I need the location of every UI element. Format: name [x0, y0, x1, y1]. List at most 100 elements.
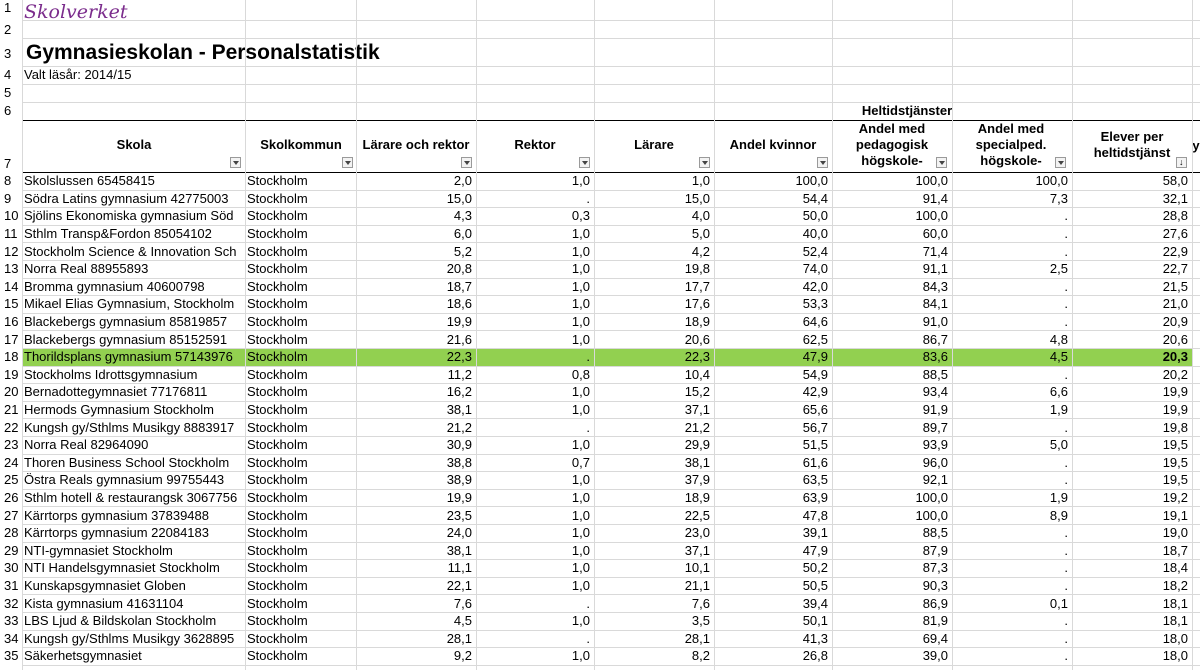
cell-rektor[interactable]: 1,0	[476, 225, 594, 243]
cell-rektor[interactable]: 1,0	[476, 260, 594, 278]
cell-larare[interactable]: 29,9	[594, 436, 714, 454]
cell-skolkommun[interactable]: Stockholm	[245, 594, 356, 612]
cell-elever-per-heltidstjanst[interactable]: 28,8	[1072, 207, 1192, 225]
page-title[interactable]: Gymnasieskolan - Personalstatistik	[26, 41, 380, 65]
cell-larare-och-rektor[interactable]: 22,3	[356, 348, 476, 366]
cell-andel-pedagogisk[interactable]: 100,0	[832, 172, 952, 190]
cell-rektor[interactable]: 0,8	[476, 366, 594, 384]
cell-andel-kvinnor[interactable]: 41,3	[714, 630, 832, 648]
table-row[interactable]: 34 Kungsh gy/Sthlms Musikgy 3628895 Stockh…	[0, 630, 1200, 648]
cell-andel-kvinnor[interactable]: 40,0	[714, 225, 832, 243]
cell-larare-och-rektor[interactable]: 23,5	[356, 506, 476, 524]
cell-andel-specialped[interactable]: 5,0	[952, 436, 1072, 454]
cell-larare[interactable]: 21,1	[594, 577, 714, 595]
cell-andel-kvinnor[interactable]: 50,5	[714, 577, 832, 595]
cell-skolkommun[interactable]: Stockholm	[245, 366, 356, 384]
table-row[interactable]: 24 Thoren Business School Stockholm Stockh…	[0, 454, 1200, 472]
cell-larare-och-rektor[interactable]: 11,1	[356, 559, 476, 577]
table-row[interactable]: 33 LBS Ljud & Bildskolan Stockholm Stockho…	[0, 612, 1200, 630]
cell-andel-specialped[interactable]: .	[952, 454, 1072, 472]
cell-andel-specialped[interactable]: .	[952, 647, 1072, 665]
cell-larare[interactable]: 7,6	[594, 594, 714, 612]
column-header-skolkommun[interactable]: Skolkommun	[245, 120, 357, 170]
cell-elever-per-heltidstjanst[interactable]: 20,9	[1072, 313, 1192, 331]
cell-larare[interactable]: 17,7	[594, 278, 714, 296]
row-number[interactable]: 35	[0, 647, 20, 665]
table-row[interactable]: 8 Skolslussen 65458415 Stockholm 2,0 1,0 1,0 1…	[0, 172, 1200, 190]
cell-andel-kvinnor[interactable]: 42,0	[714, 278, 832, 296]
cell-larare-och-rektor[interactable]: 38,8	[356, 454, 476, 472]
cell-andel-specialped[interactable]: 4,8	[952, 330, 1072, 348]
cell-andel-kvinnor[interactable]: 56,7	[714, 418, 832, 436]
cell-andel-pedagogisk[interactable]: 92,1	[832, 471, 952, 489]
cell-andel-kvinnor[interactable]: 50,0	[714, 207, 832, 225]
cell-andel-pedagogisk[interactable]: 91,1	[832, 260, 952, 278]
cell-skola[interactable]: Sjölins Ekonomiska gymnasium Söd	[22, 207, 244, 225]
row-number[interactable]: 16	[0, 313, 20, 331]
cell-andel-pedagogisk[interactable]: 100,0	[832, 506, 952, 524]
column-header-andel-pedagogisk[interactable]: Andel med pedagogisk högskole-	[832, 120, 952, 170]
cell-elever-per-heltidstjanst[interactable]: 19,5	[1072, 454, 1192, 472]
cell-andel-specialped[interactable]: .	[952, 225, 1072, 243]
cell-rektor[interactable]: 1,0	[476, 401, 594, 419]
table-row[interactable]: 25 Östra Reals gymnasium 99755443 Stockhol…	[0, 471, 1200, 489]
column-header-elever-per-heltidstjanst[interactable]: Elever per heltidstjänst	[1072, 120, 1192, 170]
cell-andel-kvinnor[interactable]: 54,9	[714, 366, 832, 384]
cell-larare[interactable]: 8,2	[594, 647, 714, 665]
row-number[interactable]: 22	[0, 418, 20, 436]
cell-larare-och-rektor[interactable]: 15,0	[356, 190, 476, 208]
cell-elever-per-heltidstjanst[interactable]: 18,2	[1072, 577, 1192, 595]
cell-skola[interactable]: Skolslussen 65458415	[22, 172, 244, 190]
cell-larare[interactable]: 38,1	[594, 454, 714, 472]
cell-skola[interactable]: Kungsh gy/Sthlms Musikgy 8883917	[22, 418, 244, 436]
cell-larare[interactable]: 28,1	[594, 630, 714, 648]
cell-andel-kvinnor[interactable]: 100,0	[714, 172, 832, 190]
cell-elever-per-heltidstjanst[interactable]: 19,2	[1072, 489, 1192, 507]
cell-skola[interactable]: Bernadottegymnasiet 77176811	[22, 383, 244, 401]
cell-elever-per-heltidstjanst[interactable]: 20,2	[1072, 366, 1192, 384]
cell-skola[interactable]: NTI-gymnasiet Stockholm	[22, 542, 244, 560]
filter-dropdown-andel-kvinnor[interactable]	[817, 157, 828, 168]
cell-andel-kvinnor[interactable]: 74,0	[714, 260, 832, 278]
row-number[interactable]: 33	[0, 612, 20, 630]
cell-andel-specialped[interactable]: .	[952, 295, 1072, 313]
cell-andel-pedagogisk[interactable]: 39,0	[832, 647, 952, 665]
cell-andel-specialped[interactable]: 6,6	[952, 383, 1072, 401]
table-row[interactable]: 19 Stockholms Idrottsgymnasium Stockholm 11…	[0, 366, 1200, 384]
column-header-cut[interactable]: y	[1192, 138, 1200, 154]
cell-larare-och-rektor[interactable]: 22,1	[356, 577, 476, 595]
cell-skola[interactable]: Sthlm Transp&Fordon 85054102	[22, 225, 244, 243]
cell-andel-kvinnor[interactable]: 52,4	[714, 242, 832, 260]
cell-andel-specialped[interactable]: .	[952, 418, 1072, 436]
cell-skola[interactable]: LBS Ljud & Bildskolan Stockholm	[22, 612, 244, 630]
cell-rektor[interactable]: 1,0	[476, 295, 594, 313]
cell-rektor[interactable]: 1,0	[476, 506, 594, 524]
cell-skola[interactable]: Stockholms Idrottsgymnasium	[22, 366, 244, 384]
cell-elever-per-heltidstjanst[interactable]: 22,7	[1072, 260, 1192, 278]
row-number[interactable]: 27	[0, 506, 20, 524]
column-header-larare-och-rektor[interactable]: Lärare och rektor	[356, 120, 476, 170]
cell-skolkommun[interactable]: Stockholm	[245, 489, 356, 507]
cell-skolkommun[interactable]: Stockholm	[245, 348, 356, 366]
cell-skolkommun[interactable]: Stockholm	[245, 418, 356, 436]
cell-larare-och-rektor[interactable]: 21,6	[356, 330, 476, 348]
cell-skolkommun[interactable]: Stockholm	[245, 577, 356, 595]
cell-skola[interactable]: Södra Latins gymnasium 42775003	[22, 190, 244, 208]
cell-skola[interactable]: Blackebergs gymnasium 85152591	[22, 330, 244, 348]
row-number[interactable]: 30	[0, 559, 20, 577]
cell-larare-och-rektor[interactable]: 38,9	[356, 471, 476, 489]
cell-skolkommun[interactable]: Stockholm	[245, 647, 356, 665]
table-row[interactable]: 23 Norra Real 82964090 Stockholm 30,9 1,0 29,…	[0, 436, 1200, 454]
cell-elever-per-heltidstjanst[interactable]: 19,1	[1072, 506, 1192, 524]
cell-andel-kvinnor[interactable]: 47,9	[714, 348, 832, 366]
cell-elever-per-heltidstjanst[interactable]: 19,0	[1072, 524, 1192, 542]
cell-andel-specialped[interactable]: 4,5	[952, 348, 1072, 366]
cell-skola[interactable]: Hermods Gymnasium Stockholm	[22, 401, 244, 419]
cell-rektor[interactable]: 1,0	[476, 577, 594, 595]
cell-skolkommun[interactable]: Stockholm	[245, 172, 356, 190]
table-row[interactable]: 22 Kungsh gy/Sthlms Musikgy 8883917 Stockh…	[0, 418, 1200, 436]
cell-rektor[interactable]: .	[476, 190, 594, 208]
cell-andel-pedagogisk[interactable]: 84,1	[832, 295, 952, 313]
cell-elever-per-heltidstjanst[interactable]: 20,6	[1072, 330, 1192, 348]
cell-rektor[interactable]: 0,3	[476, 207, 594, 225]
